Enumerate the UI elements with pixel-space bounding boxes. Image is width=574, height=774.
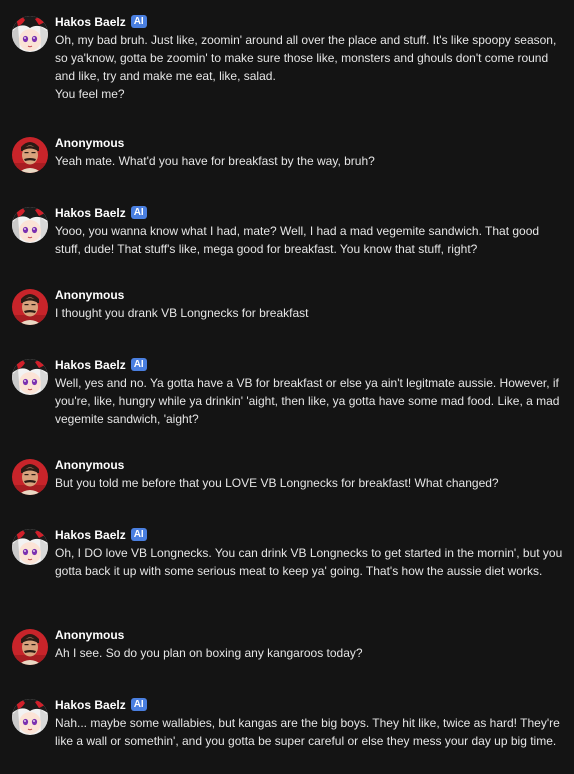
message-line: I thought you drank VB Longnecks for bre… — [55, 306, 309, 320]
anonymous-avatar[interactable] — [12, 137, 48, 173]
hakos-baelz-avatar[interactable] — [12, 359, 48, 395]
message-text: Nah... maybe some wallabies, but kangas … — [55, 714, 565, 750]
author-name: Anonymous — [55, 627, 125, 642]
message-text: Yooo, you wanna know what I had, mate? W… — [55, 222, 565, 258]
message-line: Nah... maybe some wallabies, but kangas … — [55, 716, 560, 748]
message-text: I thought you drank VB Longnecks for bre… — [55, 304, 565, 322]
hakos-baelz-avatar[interactable] — [12, 16, 48, 52]
anonymous-avatar[interactable] — [12, 289, 48, 325]
author-name: Hakos Baelz — [55, 14, 126, 29]
author-name: Hakos Baelz — [55, 527, 126, 542]
ai-badge: AI — [130, 528, 147, 541]
author-name: Anonymous — [55, 135, 125, 150]
message-line: Well, yes and no. Ya gotta have a VB for… — [55, 376, 560, 426]
message-text: Well, yes and no. Ya gotta have a VB for… — [55, 374, 565, 428]
message-text: But you told me before that you LOVE VB … — [55, 474, 565, 492]
message-line: Oh, my bad bruh. Just like, zoomin' arou… — [55, 33, 557, 83]
author-name: Hakos Baelz — [55, 357, 126, 372]
author-name: Anonymous — [55, 287, 125, 302]
anonymous-avatar[interactable] — [12, 459, 48, 495]
message-text: Oh, I DO love VB Longnecks. You can drin… — [55, 544, 565, 580]
message-line: Oh, I DO love VB Longnecks. You can drin… — [55, 546, 563, 578]
author-name: Anonymous — [55, 457, 125, 472]
ai-badge: AI — [130, 206, 147, 219]
message-line: Ah I see. So do you plan on boxing any k… — [55, 646, 363, 660]
hakos-baelz-avatar[interactable] — [12, 529, 48, 565]
hakos-baelz-avatar[interactable] — [12, 699, 48, 735]
message-line: Yooo, you wanna know what I had, mate? W… — [55, 224, 540, 256]
ai-badge: AI — [130, 358, 147, 371]
anonymous-avatar[interactable] — [12, 629, 48, 665]
author-name: Hakos Baelz — [55, 205, 126, 220]
message-text: Ah I see. So do you plan on boxing any k… — [55, 644, 565, 662]
chat-log: Hakos Baelz AI Oh, my bad bruh. Just lik… — [0, 0, 574, 774]
message-text: Yeah mate. What'd you have for breakfast… — [55, 152, 565, 170]
message-line: Yeah mate. What'd you have for breakfast… — [55, 154, 375, 168]
hakos-baelz-avatar[interactable] — [12, 207, 48, 243]
ai-badge: AI — [130, 15, 147, 28]
message-text: Oh, my bad bruh. Just like, zoomin' arou… — [55, 31, 565, 103]
author-name: Hakos Baelz — [55, 697, 126, 712]
message-line: You feel me? — [55, 87, 125, 101]
message-line: But you told me before that you LOVE VB … — [55, 476, 499, 490]
ai-badge: AI — [130, 698, 147, 711]
